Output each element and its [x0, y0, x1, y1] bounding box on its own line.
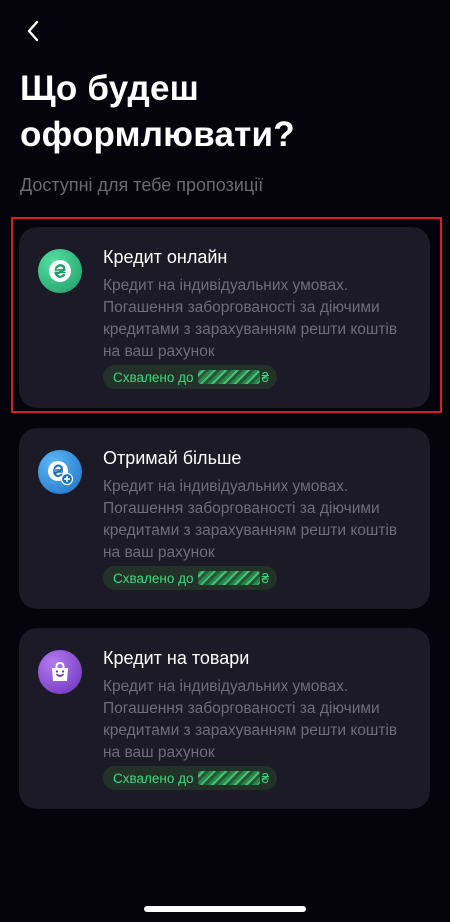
approved-badge: Схвалено до ₴	[103, 365, 278, 389]
approved-label: Схвалено до	[113, 369, 194, 385]
currency-sign: ₴	[261, 369, 270, 385]
offer-card-credit-online[interactable]: Кредит онлайн Кредит на індивідуальних у…	[19, 227, 430, 408]
approved-badge: Схвалено до ₴	[103, 566, 278, 590]
blurred-amount	[197, 771, 260, 785]
approved-label: Схвалено до	[113, 570, 194, 586]
shopping-bag-icon	[38, 650, 82, 694]
offer-name: Кредит на товари	[103, 648, 250, 668]
blurred-amount	[197, 370, 260, 384]
blurred-amount	[197, 571, 260, 585]
offer-description: Кредит на індивідуальних умовах. Погашен…	[103, 277, 398, 360]
page-subtitle: Доступні для тебе пропозиції	[20, 175, 264, 195]
back-button[interactable]	[18, 16, 48, 46]
offer-name: Кредит онлайн	[103, 247, 228, 267]
approved-badge: Схвалено до ₴	[103, 766, 278, 790]
offer-card-get-more[interactable]: Отримай більше Кредит на індивідуальних …	[19, 428, 430, 609]
hryvnia-coin-icon	[38, 249, 82, 293]
chevron-left-icon	[27, 20, 39, 42]
hryvnia-plus-icon	[38, 450, 82, 494]
currency-sign: ₴	[261, 770, 270, 786]
home-indicator[interactable]	[144, 906, 306, 912]
currency-sign: ₴	[261, 570, 270, 586]
page-title: Що будеш оформлювати?	[20, 69, 295, 154]
approved-label: Схвалено до	[113, 770, 194, 786]
offer-card-goods-credit[interactable]: Кредит на товари Кредит на індивідуальни…	[19, 628, 430, 809]
offer-description: Кредит на індивідуальних умовах. Погашен…	[103, 678, 398, 761]
offer-description: Кредит на індивідуальних умовах. Погашен…	[103, 478, 398, 561]
offer-name: Отримай більше	[103, 448, 242, 468]
